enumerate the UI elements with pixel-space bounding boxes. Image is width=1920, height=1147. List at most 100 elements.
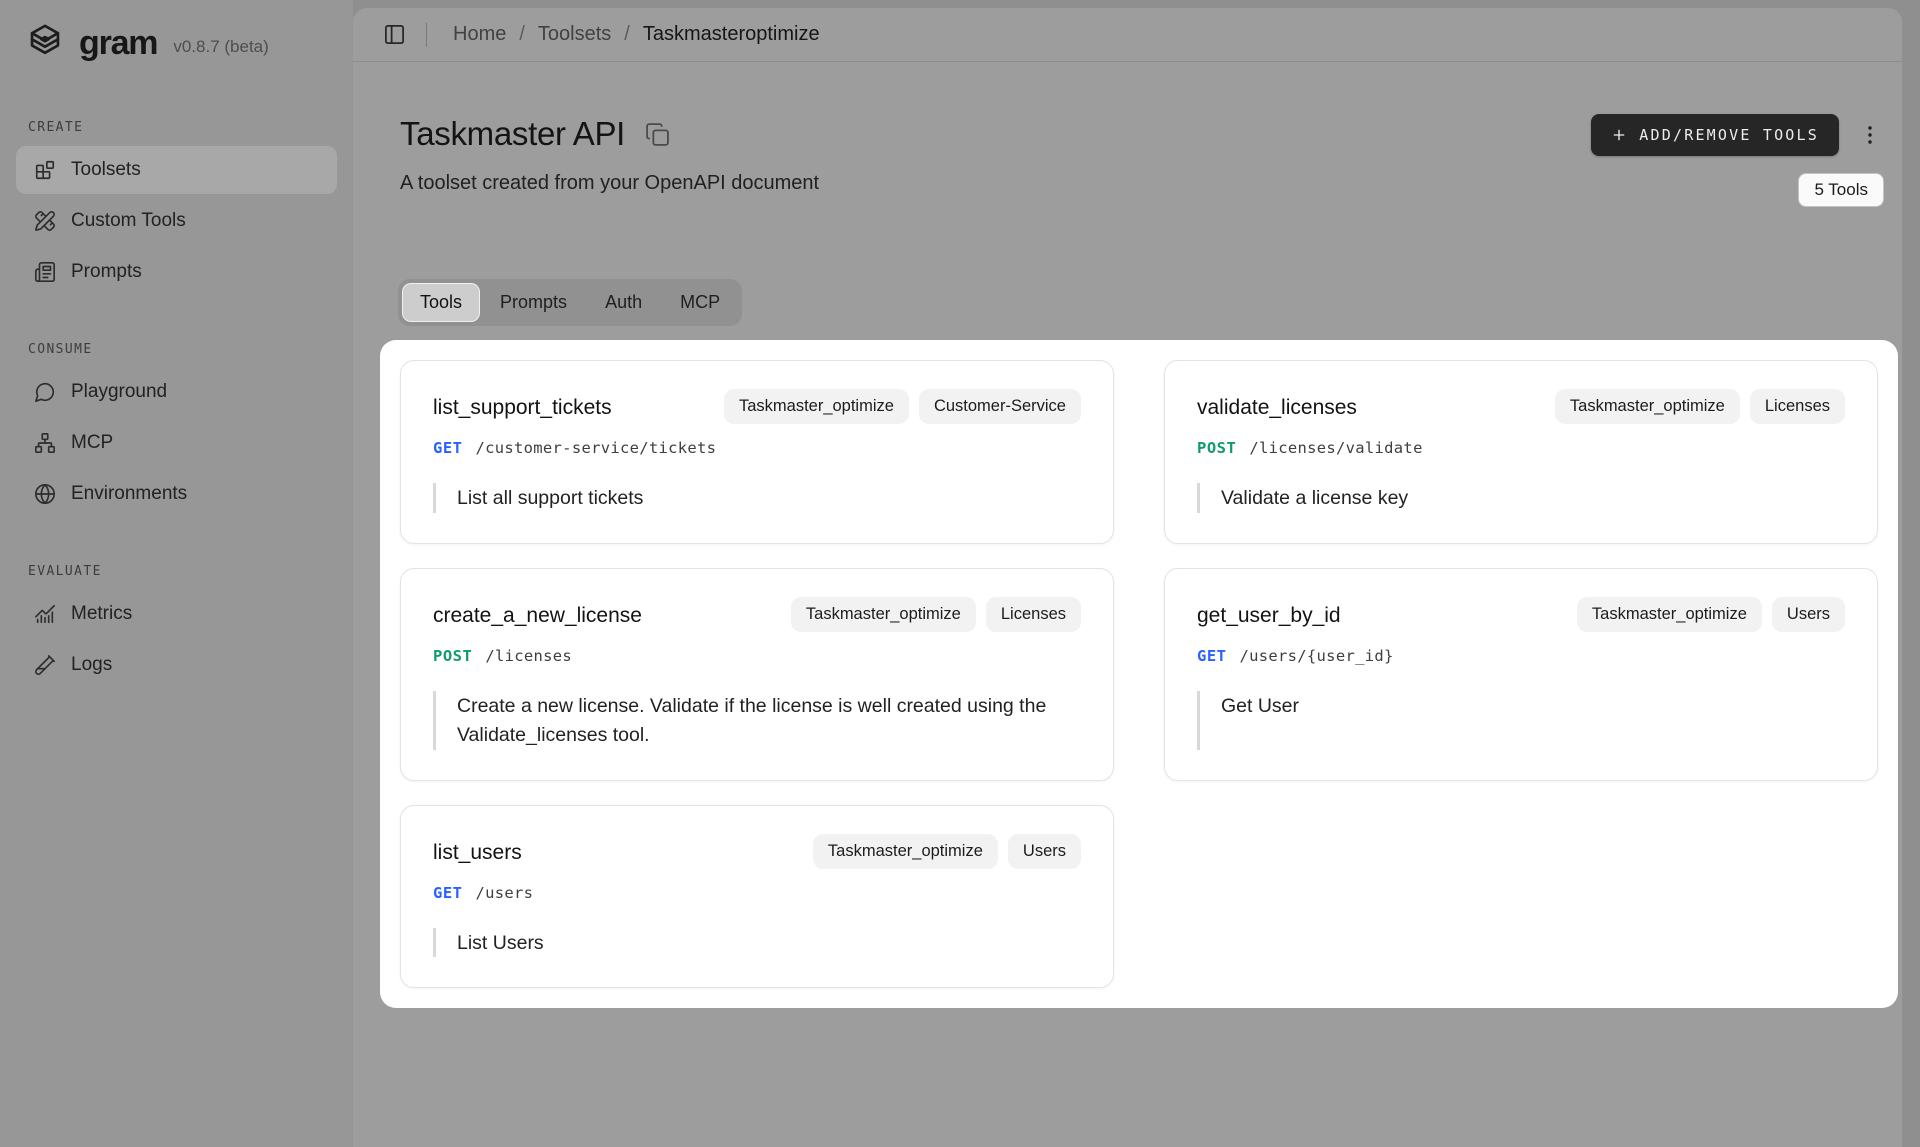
sidebar-item-label: Toolsets xyxy=(71,159,141,181)
tool-badges: Taskmaster_optimize Users xyxy=(1577,597,1845,632)
sidebar-item-label: Environments xyxy=(71,483,187,505)
sidebar-section-label: CREATE xyxy=(28,120,353,135)
sidebar-section-label: EVALUATE xyxy=(28,564,353,579)
tool-description: Create a new license. Validate if the li… xyxy=(433,691,1081,750)
tool-name: create_a_new_license xyxy=(433,597,642,628)
tool-badge-taskmaster-optimize: Taskmaster_optimize xyxy=(1577,597,1762,632)
tool-badge-users: Users xyxy=(1008,834,1081,869)
kebab-menu-icon[interactable] xyxy=(1856,121,1884,149)
tool-description: Validate a license key xyxy=(1197,483,1845,513)
logo-wordmark: gram xyxy=(79,26,157,60)
tool-cards-grid: list_support_tickets Taskmaster_optimize C… xyxy=(400,360,1878,988)
sidebar-item-playground[interactable]: Playground xyxy=(16,368,337,416)
content: Taskmaster API A toolset created from yo… xyxy=(353,62,1902,1008)
http-method: POST xyxy=(1197,439,1236,457)
tool-description-text: Create a new license. Validate if the li… xyxy=(457,692,1081,750)
breadcrumb-separator: / xyxy=(624,23,630,46)
topbar-divider xyxy=(426,23,427,47)
endpoint: GET/users/{user_id} xyxy=(1197,647,1845,665)
tool-description-text: Validate a license key xyxy=(1221,484,1845,513)
tool-badge-taskmaster-optimize: Taskmaster_optimize xyxy=(813,834,998,869)
endpoint-path: /licenses xyxy=(485,647,572,665)
page-subtitle: A toolset created from your OpenAPI docu… xyxy=(400,170,819,197)
tools-panel: list_support_tickets Taskmaster_optimize C… xyxy=(380,340,1898,1008)
blocks-icon xyxy=(34,159,56,181)
sidebar-item-label: Custom Tools xyxy=(71,210,186,232)
test-tube-icon xyxy=(34,654,56,676)
copy-icon[interactable] xyxy=(645,122,670,147)
tab-prompts[interactable]: Prompts xyxy=(482,283,585,322)
add-remove-tools-button[interactable]: ADD/REMOVE TOOLS xyxy=(1591,114,1839,156)
tool-card-list_support_tickets[interactable]: list_support_tickets Taskmaster_optimize C… xyxy=(400,360,1114,544)
sidebar-section: CREATE Toolsets Custom Tools Prompts xyxy=(0,120,353,296)
sidebar-section-label: CONSUME xyxy=(28,342,353,357)
tools-count-badge: 5 Tools xyxy=(1798,173,1884,207)
tool-description-text: List Users xyxy=(457,929,1081,958)
app-version: v0.8.7 (beta) xyxy=(173,37,268,57)
main-area: Home / Toolsets / Taskmasteroptimize Taskmas… xyxy=(353,8,1902,1147)
tabs: ToolsPromptsAuthMCP xyxy=(398,279,742,326)
tab-tools[interactable]: Tools xyxy=(402,283,480,322)
tool-name: validate_licenses xyxy=(1197,389,1357,420)
tool-description: Get User xyxy=(1197,691,1845,750)
chat-bubble-icon xyxy=(34,381,56,403)
tool-badges: Taskmaster_optimizeLicenses xyxy=(1555,389,1845,424)
tab-mcp[interactable]: MCP xyxy=(662,283,738,322)
tool-description: List all support tickets xyxy=(433,483,1081,513)
breadcrumb-toolsets[interactable]: Toolsets xyxy=(538,23,611,46)
add-remove-tools-label: ADD/REMOVE TOOLS xyxy=(1639,126,1819,144)
tab-auth[interactable]: Auth xyxy=(587,283,660,322)
breadcrumb-home[interactable]: Home xyxy=(453,23,506,46)
breadcrumb-taskmasteroptimize: Taskmasteroptimize xyxy=(643,23,820,46)
tool-badge-taskmaster-optimize: Taskmaster_optimize xyxy=(724,389,909,424)
topbar: Home / Toolsets / Taskmasteroptimize xyxy=(353,8,1902,62)
breadcrumb-separator: / xyxy=(519,23,525,46)
sidebar-item-label: Metrics xyxy=(71,603,132,625)
sidebar-item-label: Prompts xyxy=(71,261,142,283)
tool-badge-customer-service: Customer-Service xyxy=(919,389,1081,424)
sidebar-item-prompts[interactable]: Prompts xyxy=(16,248,337,296)
sidebar-item-label: MCP xyxy=(71,432,113,454)
globe-icon xyxy=(34,483,56,505)
tool-card-validate_licenses[interactable]: validate_licenses Taskmaster_optimizeLice… xyxy=(1164,360,1878,544)
endpoint: POST/licenses/validate xyxy=(1197,439,1845,457)
tool-description: List Users xyxy=(433,928,1081,958)
sidebar-section: CONSUME Playground MCP Environments xyxy=(0,342,353,518)
tool-name: list_users xyxy=(433,834,522,865)
page-title: Taskmaster API xyxy=(400,114,625,154)
tool-badge-taskmaster-optimize: Taskmaster_optimize xyxy=(791,597,976,632)
sidebar-item-custom-tools[interactable]: Custom Tools xyxy=(16,197,337,245)
http-method: GET xyxy=(1197,647,1227,665)
http-method: GET xyxy=(433,439,463,457)
sidebar-nav: CREATE Toolsets Custom Tools Prompts CONSUME… xyxy=(0,120,353,689)
pencil-ruler-icon xyxy=(34,210,56,232)
tool-badges: Taskmaster_optimize Customer-Service xyxy=(724,389,1081,424)
sidebar-item-metrics[interactable]: Metrics xyxy=(16,590,337,638)
sidebar-item-label: Logs xyxy=(71,654,112,676)
breadcrumb: Home / Toolsets / Taskmasteroptimize xyxy=(453,23,820,46)
tool-badge-users: Users xyxy=(1772,597,1845,632)
tool-name: list_support_tickets xyxy=(433,389,612,420)
newspaper-icon xyxy=(34,261,56,283)
tool-card-list_users[interactable]: list_users Taskmaster_optimize Users GET/us… xyxy=(400,805,1114,989)
tool-card-get_user_by_id[interactable]: get_user_by_idTaskmaster_optimizeUsersGE… xyxy=(1164,568,1878,781)
sidebar-item-logs[interactable]: Logs xyxy=(16,641,337,689)
panel-left-icon[interactable] xyxy=(383,23,406,46)
app-logo[interactable]: gram v0.8.7 (beta) xyxy=(0,0,353,64)
metrics-chart-icon xyxy=(34,603,56,625)
network-icon xyxy=(34,432,56,454)
sidebar-item-environments[interactable]: Environments xyxy=(16,470,337,518)
endpoint: GET/users xyxy=(433,884,1081,902)
gram-logo-icon xyxy=(24,22,66,64)
tool-description-text: Get User xyxy=(1221,692,1845,721)
endpoint-path: /users/{user_id} xyxy=(1240,647,1394,665)
tool-card-create_a_new_license[interactable]: create_a_new_license Taskmaster_optimize L… xyxy=(400,568,1114,781)
plus-icon xyxy=(1611,127,1627,143)
sidebar-item-toolsets[interactable]: Toolsets xyxy=(16,146,337,194)
tool-badges: Taskmaster_optimize Licenses xyxy=(791,597,1081,632)
tool-badge-licenses: Licenses xyxy=(986,597,1081,632)
tool-badges: Taskmaster_optimize Users xyxy=(813,834,1081,869)
sidebar-section: EVALUATE Metrics Logs xyxy=(0,564,353,689)
sidebar: gram v0.8.7 (beta) CREATE Toolsets Custom … xyxy=(0,0,353,1147)
sidebar-item-mcp[interactable]: MCP xyxy=(16,419,337,467)
